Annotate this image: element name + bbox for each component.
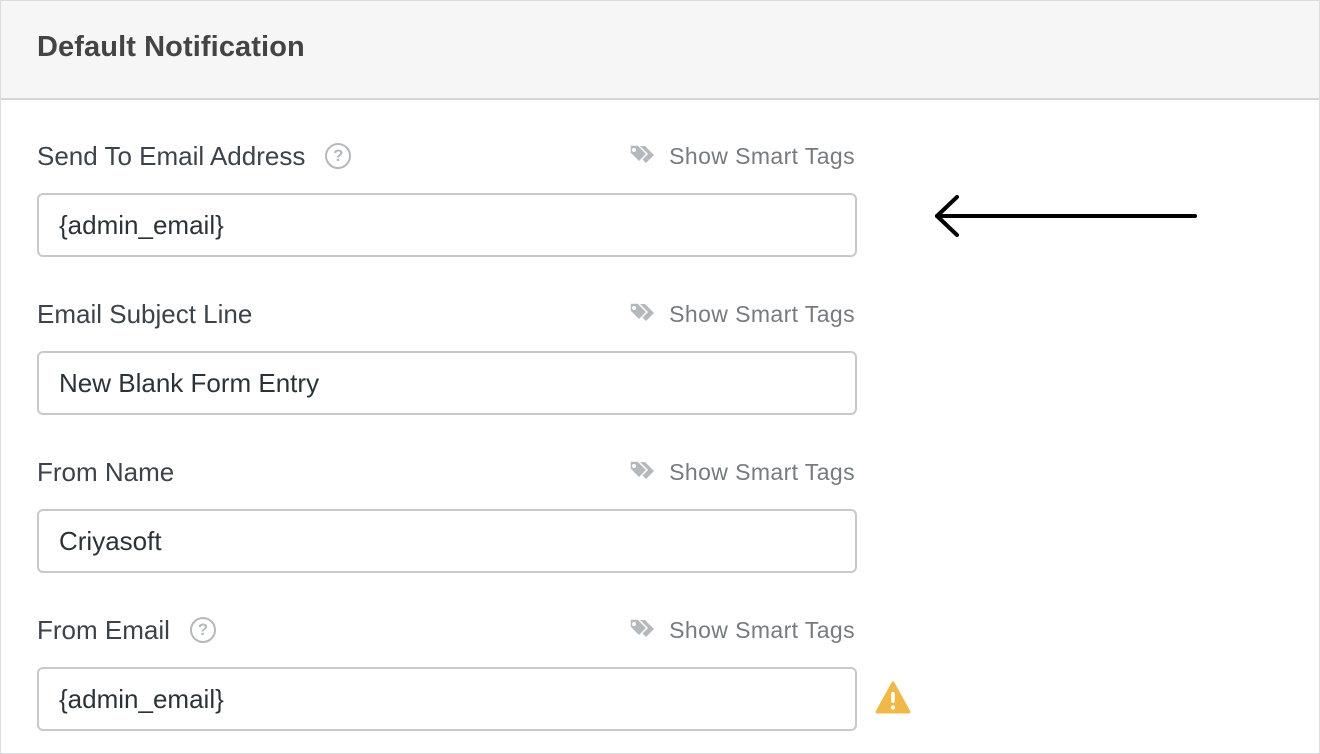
- smart-tags-label: Show Smart Tags: [669, 616, 855, 643]
- email-subject-input[interactable]: [37, 351, 857, 415]
- show-smart-tags-link[interactable]: Show Smart Tags: [627, 297, 855, 331]
- smart-tags-label: Show Smart Tags: [669, 300, 855, 327]
- question-mark-icon[interactable]: ?: [325, 143, 352, 169]
- warning-icon[interactable]: [875, 681, 911, 715]
- smart-tags-label: Show Smart Tags: [669, 458, 855, 485]
- tag-icon: [627, 144, 655, 164]
- from-email-label: From Email ?: [37, 613, 216, 647]
- panel-title: Default Notification: [37, 31, 305, 63]
- left-arrow-icon: [935, 195, 1197, 237]
- field-label-text: Email Subject Line: [37, 298, 253, 329]
- from-name-input[interactable]: [37, 509, 857, 573]
- from-name-label: From Name: [37, 455, 174, 489]
- tag-icon: [627, 618, 655, 638]
- notification-panel: Default Notification Send To Email Addre…: [0, 0, 1320, 754]
- send-to-email-input[interactable]: [37, 193, 857, 257]
- show-smart-tags-link[interactable]: Show Smart Tags: [627, 613, 855, 647]
- panel-header: Default Notification: [1, 1, 1319, 100]
- field-label-text: From Name: [37, 456, 175, 487]
- email-subject-label: Email Subject Line: [37, 297, 252, 331]
- tag-icon: [627, 302, 655, 322]
- show-smart-tags-link[interactable]: Show Smart Tags: [627, 455, 855, 489]
- smart-tags-label: Show Smart Tags: [669, 142, 855, 169]
- field-label-text: Send To Email Address: [37, 140, 306, 171]
- field-label-text: From Email: [37, 614, 170, 645]
- show-smart-tags-link[interactable]: Show Smart Tags: [627, 139, 855, 173]
- question-mark-icon[interactable]: ?: [189, 617, 216, 643]
- from-email-input[interactable]: [37, 667, 857, 731]
- tag-icon: [627, 460, 655, 480]
- send-to-email-label: Send To Email Address ?: [37, 139, 352, 173]
